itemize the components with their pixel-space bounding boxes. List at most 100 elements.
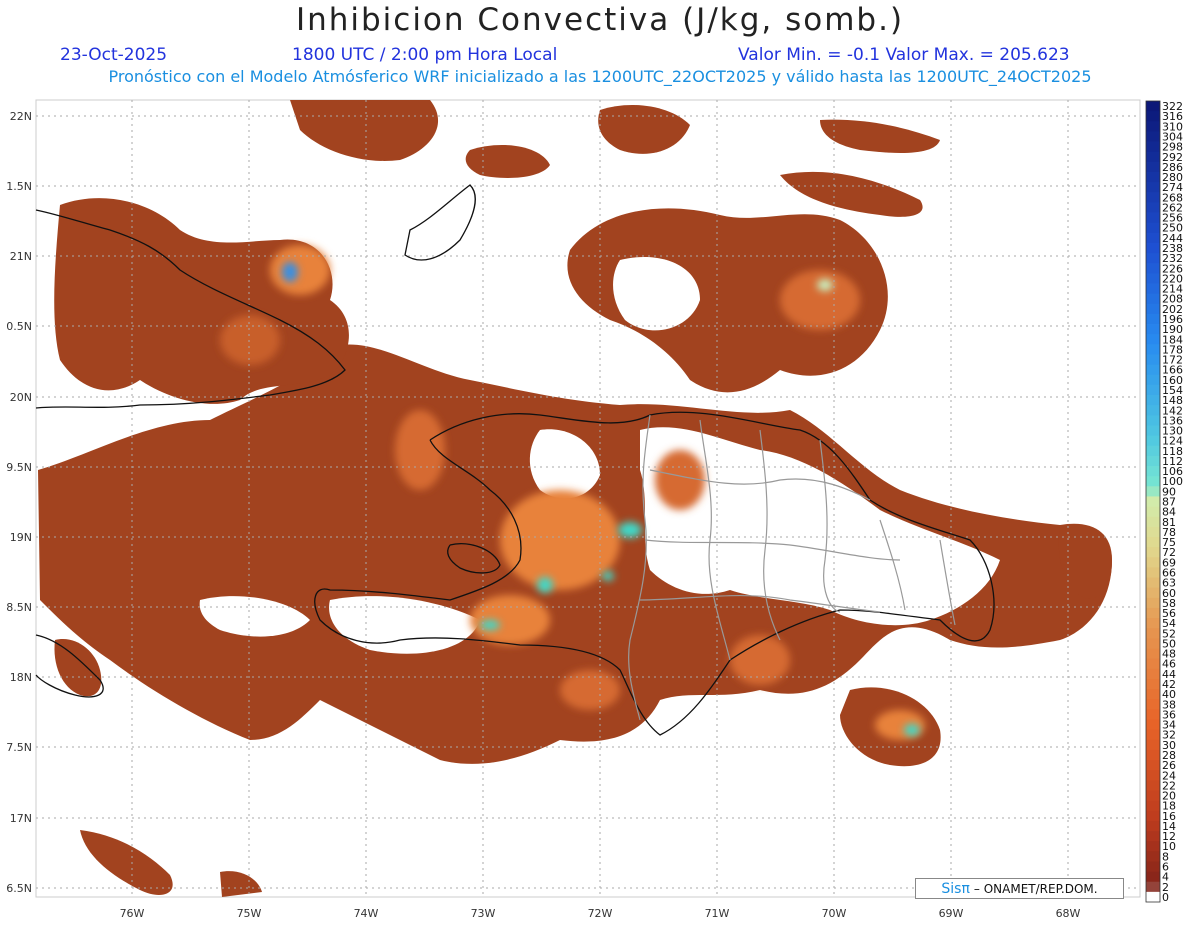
colorbar-swatch (1146, 618, 1160, 629)
colorbar-swatch (1146, 121, 1160, 132)
colorbar-swatch (1146, 739, 1160, 751)
colorbar-swatch (1146, 435, 1160, 447)
colorbar-swatch (1146, 212, 1160, 224)
colorbar-swatch (1146, 253, 1160, 264)
lat-label: 17N (10, 812, 32, 825)
colorbar-swatch (1146, 526, 1160, 538)
lon-label: 69W (939, 907, 964, 920)
colorbar-swatch (1146, 466, 1160, 477)
colorbar-swatch (1146, 192, 1160, 203)
colorbar-swatch (1146, 131, 1160, 142)
lat-label: 6.5N (6, 882, 32, 895)
colorbar-swatch (1146, 496, 1160, 507)
colorbar-label: 0 (1162, 891, 1169, 904)
lat-label: 18N (10, 671, 32, 684)
colorbar-swatch (1146, 729, 1160, 741)
colorbar-swatch (1146, 344, 1160, 355)
latitude-axis: 22N 1.5N 21N 0.5N 20N 9.5N 19N 8.5N 18N … (6, 110, 32, 895)
colorbar-swatch (1146, 668, 1160, 680)
credit-text: – ONAMET/REP.DOM. (973, 881, 1098, 896)
colorbar-swatch (1146, 658, 1160, 670)
colorbar-swatch (1146, 242, 1160, 254)
colorbar-swatch (1146, 689, 1160, 700)
colorbar-swatch (1146, 455, 1160, 467)
colorbar-swatch (1146, 111, 1160, 122)
colorbar-swatch (1146, 891, 1160, 903)
colorbar-swatch (1146, 557, 1160, 568)
colorbar-swatch (1146, 232, 1160, 244)
colorbar-swatch (1146, 881, 1160, 893)
colorbar-swatch (1146, 354, 1160, 366)
brand-logo: Sisπ (941, 880, 970, 897)
lat-label: 21N (10, 250, 32, 263)
lon-label: 72W (588, 907, 613, 920)
colorbar-swatch (1146, 445, 1160, 457)
colorbar-swatch (1146, 760, 1160, 771)
colorbar-swatch (1146, 151, 1160, 163)
lon-label: 75W (237, 907, 262, 920)
lat-label: 22N (10, 110, 32, 123)
colorbar-swatch (1146, 567, 1160, 578)
colorbar-swatch (1146, 587, 1160, 599)
colorbar-swatch (1146, 334, 1160, 345)
colorbar-swatch (1146, 273, 1160, 284)
colorbar-swatch (1146, 638, 1160, 649)
colorbar-swatch (1146, 506, 1160, 518)
colorbar-swatch (1146, 263, 1160, 274)
longitude-axis: 76W 75W 74W 73W 72W 71W 70W 69W 68W (120, 907, 1081, 920)
colorbar-swatch (1146, 699, 1160, 710)
colorbar-swatch (1146, 831, 1160, 842)
colorbar-swatch (1146, 770, 1160, 781)
colorbar-swatch (1146, 861, 1160, 872)
colorbar-swatch (1146, 536, 1160, 548)
colorbar-swatch (1146, 476, 1160, 487)
lon-label: 76W (120, 907, 145, 920)
colorbar-swatch (1146, 780, 1160, 791)
colorbar-swatch (1146, 851, 1160, 862)
lat-label: 1.5N (6, 180, 32, 193)
forecast-map: 22N 1.5N 21N 0.5N 20N 9.5N 19N 8.5N 18N … (6, 99, 1183, 920)
colorbar-swatch (1146, 384, 1160, 396)
colorbar-swatch (1146, 161, 1160, 173)
colorbar-swatch (1146, 577, 1160, 589)
colorbar-swatch (1146, 800, 1160, 812)
colorbar-swatch (1146, 516, 1160, 528)
colorbar-swatch (1146, 547, 1160, 558)
colorbar-swatch (1146, 719, 1160, 731)
colorbar-swatch (1146, 202, 1160, 213)
colorbar-swatch (1146, 303, 1160, 315)
colorbar-swatch (1146, 313, 1160, 325)
colorbar-swatch (1146, 749, 1160, 761)
lon-label: 71W (705, 907, 730, 920)
colorbar-swatch (1146, 415, 1160, 426)
colorbar-swatch (1146, 486, 1160, 497)
lat-label: 9.5N (6, 461, 32, 474)
colorbar-swatch (1146, 841, 1160, 852)
colorbar-swatch (1146, 871, 1160, 883)
colorbar-swatch (1146, 790, 1160, 802)
colorbar-swatch (1146, 425, 1160, 436)
lat-label: 8.5N (6, 601, 32, 614)
colorbar-swatch (1146, 709, 1160, 720)
colorbar-swatch (1146, 171, 1160, 183)
lat-label: 20N (10, 391, 32, 404)
colorbar-swatch (1146, 405, 1160, 416)
colorbar-swatch (1146, 364, 1160, 376)
colorbar-swatch (1146, 283, 1160, 295)
lat-label: 0.5N (6, 320, 32, 333)
colorbar-swatch (1146, 182, 1160, 193)
lat-label: 7.5N (6, 741, 32, 754)
colorbar: 3223163103042982922862802742682622562502… (1145, 100, 1183, 904)
colorbar-swatch (1146, 607, 1160, 619)
lon-label: 70W (822, 907, 847, 920)
colorbar-swatch (1146, 293, 1160, 305)
colorbar-swatch (1146, 101, 1160, 112)
colorbar-swatch (1146, 141, 1160, 153)
colorbar-swatch (1146, 820, 1160, 832)
lon-label: 68W (1056, 907, 1081, 920)
colorbar-swatch (1146, 810, 1160, 822)
colorbar-swatch (1146, 395, 1160, 406)
colorbar-swatch (1146, 324, 1160, 335)
colorbar-swatch (1146, 222, 1160, 234)
lon-label: 73W (471, 907, 496, 920)
